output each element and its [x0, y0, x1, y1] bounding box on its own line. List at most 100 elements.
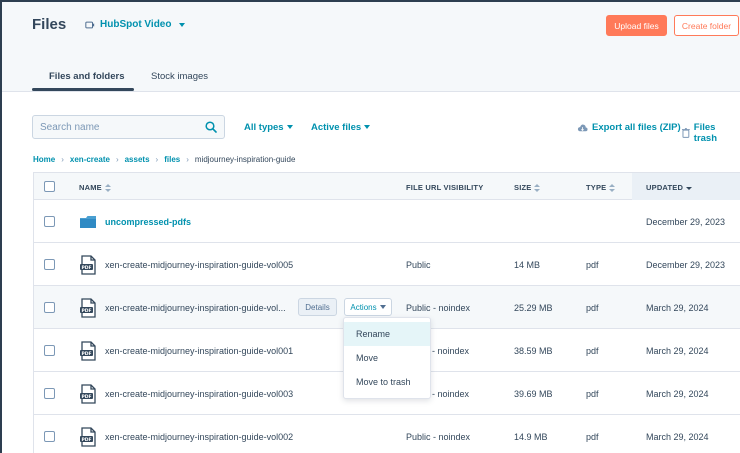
pdf-file-icon: PDF — [80, 341, 96, 361]
select-all-checkbox[interactable] — [44, 181, 55, 192]
actions-label: Actions — [350, 302, 377, 312]
visibility-cell: Public - noindex — [406, 303, 471, 313]
table-header: NAME FILE URL VISIBILITY SIZE TYPE UPDAT… — [34, 173, 740, 200]
column-name-label: NAME — [79, 183, 102, 192]
row-checkbox[interactable] — [44, 259, 55, 270]
breadcrumb-current: midjourney-inspiration-guide — [194, 155, 296, 164]
column-size-label: SIZE — [514, 183, 532, 192]
type-cell: pdf — [586, 260, 599, 270]
updated-cell: March 29, 2024 — [646, 303, 709, 313]
details-button[interactable]: Details — [298, 298, 337, 316]
sort-descending-icon — [686, 184, 693, 192]
svg-text:PDF: PDF — [81, 308, 91, 314]
type-filter-dropdown[interactable]: All types — [244, 122, 293, 133]
actions-dropdown-button[interactable]: Actions — [344, 298, 392, 316]
row-checkbox[interactable] — [44, 216, 55, 227]
files-trash-button[interactable]: Files trash — [682, 122, 740, 144]
column-type-label: TYPE — [586, 183, 607, 192]
column-visibility-label: FILE URL VISIBILITY — [406, 183, 484, 192]
column-type[interactable]: TYPE — [586, 183, 616, 192]
hubspot-video-dropdown[interactable]: HubSpot Video — [85, 19, 186, 30]
breadcrumb-xen-create[interactable]: xen-create — [70, 155, 110, 164]
search-icon[interactable] — [205, 121, 217, 133]
trash-icon — [682, 128, 690, 138]
trash-label: Files trash — [693, 122, 718, 144]
files-table: NAME FILE URL VISIBILITY SIZE TYPE UPDAT… — [33, 172, 740, 453]
chevron-down-icon — [379, 305, 386, 309]
size-cell: 25.29 MB — [514, 303, 553, 313]
pdf-file-icon: PDF — [80, 427, 96, 447]
breadcrumb-home[interactable]: Home — [33, 155, 55, 164]
export-label: Export all files (ZIP) — [592, 122, 681, 133]
breadcrumb-files[interactable]: files — [164, 155, 180, 164]
column-updated[interactable]: UPDATED — [646, 183, 693, 192]
file-name[interactable]: xen-create-midjourney-inspiration-guide-… — [105, 389, 293, 399]
active-tab-indicator — [32, 88, 134, 91]
visibility-cell: Public — [406, 260, 431, 270]
column-name[interactable]: NAME — [79, 183, 111, 192]
row-checkbox[interactable] — [44, 431, 55, 442]
row-checkbox[interactable] — [44, 345, 55, 356]
pdf-file-icon: PDF — [80, 298, 96, 318]
size-cell: 39.69 MB — [514, 389, 553, 399]
file-name[interactable]: xen-create-midjourney-inspiration-guide-… — [105, 432, 293, 442]
row-checkbox[interactable] — [44, 302, 55, 313]
breadcrumb: Home › xen-create › assets › files › mid… — [33, 155, 295, 164]
svg-text:PDF: PDF — [81, 265, 91, 271]
video-icon — [85, 21, 95, 28]
page-title: Files — [32, 16, 67, 33]
status-filter-dropdown[interactable]: Active files — [311, 122, 371, 133]
size-cell: 14 MB — [514, 260, 541, 270]
type-cell: pdf — [586, 303, 599, 313]
chevron-right-icon: › — [155, 155, 159, 164]
chevron-right-icon: › — [61, 155, 64, 164]
type-cell: pdf — [586, 432, 599, 442]
sort-icon — [104, 183, 111, 192]
size-cell: 38.59 MB — [514, 346, 553, 356]
tab-files-and-folders[interactable]: Files and folders — [49, 71, 125, 82]
svg-text:PDF: PDF — [81, 394, 91, 400]
pdf-file-icon: PDF — [80, 384, 96, 404]
search-input[interactable] — [33, 116, 203, 138]
updated-cell: March 29, 2024 — [646, 346, 709, 356]
folder-name[interactable]: uncompressed-pdfs — [105, 217, 191, 227]
tab-stock-images[interactable]: Stock images — [151, 71, 208, 82]
chevron-down-icon — [286, 125, 293, 130]
status-filter-label: Active files — [311, 122, 362, 133]
file-name[interactable]: xen-create-midjourney-inspiration-guide-… — [105, 303, 286, 313]
updated-cell: December 29, 2023 — [646, 260, 726, 270]
video-label: HubSpot Video — [100, 19, 172, 30]
type-cell: pdf — [586, 346, 599, 356]
export-zip-button[interactable]: Export all files (ZIP) — [577, 122, 681, 133]
type-filter-label: All types — [244, 122, 284, 133]
svg-text:PDF: PDF — [81, 437, 91, 443]
folder-icon — [80, 216, 96, 228]
visibility-cell: Public - noindex — [406, 432, 471, 442]
table-row[interactable]: uncompressed-pdfs December 29, 2023 — [34, 200, 740, 243]
column-size[interactable]: SIZE — [514, 183, 541, 192]
cloud-download-icon — [577, 124, 588, 131]
updated-cell: March 29, 2024 — [646, 432, 709, 442]
sort-icon — [534, 183, 541, 192]
updated-cell: March 29, 2024 — [646, 389, 709, 399]
table-row[interactable]: PDF xen-create-midjourney-inspiration-gu… — [34, 415, 740, 453]
size-cell: 14.9 MB — [514, 432, 548, 442]
chevron-down-icon — [179, 22, 186, 27]
type-cell: pdf — [586, 389, 599, 399]
file-name[interactable]: xen-create-midjourney-inspiration-guide-… — [105, 346, 293, 356]
breadcrumb-assets[interactable]: assets — [125, 155, 150, 164]
table-row[interactable]: PDF xen-create-midjourney-inspiration-gu… — [34, 243, 740, 286]
visibility-cell: - noindex — [432, 346, 470, 356]
actions-menu: Rename Move Move to trash — [343, 317, 431, 399]
menu-item-rename[interactable]: Rename — [344, 322, 430, 346]
chevron-right-icon: › — [115, 155, 119, 164]
column-updated-label: UPDATED — [646, 183, 684, 192]
file-name[interactable]: xen-create-midjourney-inspiration-guide-… — [105, 260, 293, 270]
menu-item-move[interactable]: Move — [344, 346, 430, 370]
upload-files-button[interactable]: Upload files — [606, 15, 667, 36]
menu-item-move-to-trash[interactable]: Move to trash — [344, 370, 430, 394]
create-folder-button[interactable]: Create folder — [674, 15, 739, 36]
visibility-cell: - noindex — [432, 389, 470, 399]
chevron-down-icon — [364, 125, 371, 130]
row-checkbox[interactable] — [44, 388, 55, 399]
